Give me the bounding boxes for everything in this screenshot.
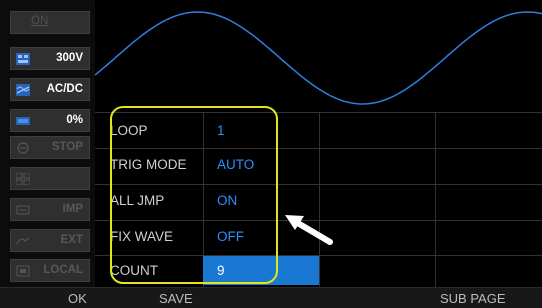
ext-button[interactable]: EXT: [10, 229, 90, 252]
imp-label: IMP: [62, 203, 83, 215]
coupling-button[interactable]: AC/DC: [10, 78, 90, 101]
ok-softkey[interactable]: OK: [68, 291, 87, 306]
stop-icon: [17, 142, 29, 154]
stop-button[interactable]: STOP: [10, 136, 90, 159]
local-icon: [16, 265, 30, 277]
level-button[interactable]: 0%: [10, 109, 90, 132]
output-on-label: ON: [31, 15, 49, 27]
level-label: 0%: [66, 114, 83, 126]
stop-label: STOP: [51, 141, 83, 153]
softkey-bar: OK SAVE SUB PAGE: [0, 287, 542, 308]
instrument-screen: ON 300V AC/DC 0% STOP IMP EXT LOCAL LOOP…: [0, 0, 542, 308]
status-panel: ON 300V AC/DC 0% STOP IMP EXT LOCAL: [0, 0, 95, 287]
ext-label: EXT: [60, 234, 83, 246]
highlight-outline: [110, 106, 278, 284]
grid-icon: [16, 173, 30, 185]
pointer-arrow-icon: [285, 215, 333, 245]
waveform-display: [95, 11, 542, 105]
coupling-label: AC/DC: [46, 83, 83, 95]
sub-page-softkey[interactable]: SUB PAGE: [440, 291, 506, 306]
imp-button[interactable]: IMP: [10, 198, 90, 221]
sine-waveform: [95, 11, 542, 105]
local-button[interactable]: LOCAL: [10, 259, 90, 282]
voltage-range-button[interactable]: 300V: [10, 47, 90, 70]
save-softkey[interactable]: SAVE: [159, 291, 193, 306]
range-icon: [16, 53, 30, 65]
ac-dc-icon: [16, 84, 30, 96]
impedance-icon: [16, 205, 30, 215]
voltage-range-label: 300V: [56, 52, 83, 64]
blank-button[interactable]: [10, 167, 90, 190]
bar-icon: [16, 117, 30, 125]
local-label: LOCAL: [43, 264, 83, 276]
external-icon: [16, 237, 30, 245]
output-on-indicator[interactable]: ON: [10, 11, 90, 34]
